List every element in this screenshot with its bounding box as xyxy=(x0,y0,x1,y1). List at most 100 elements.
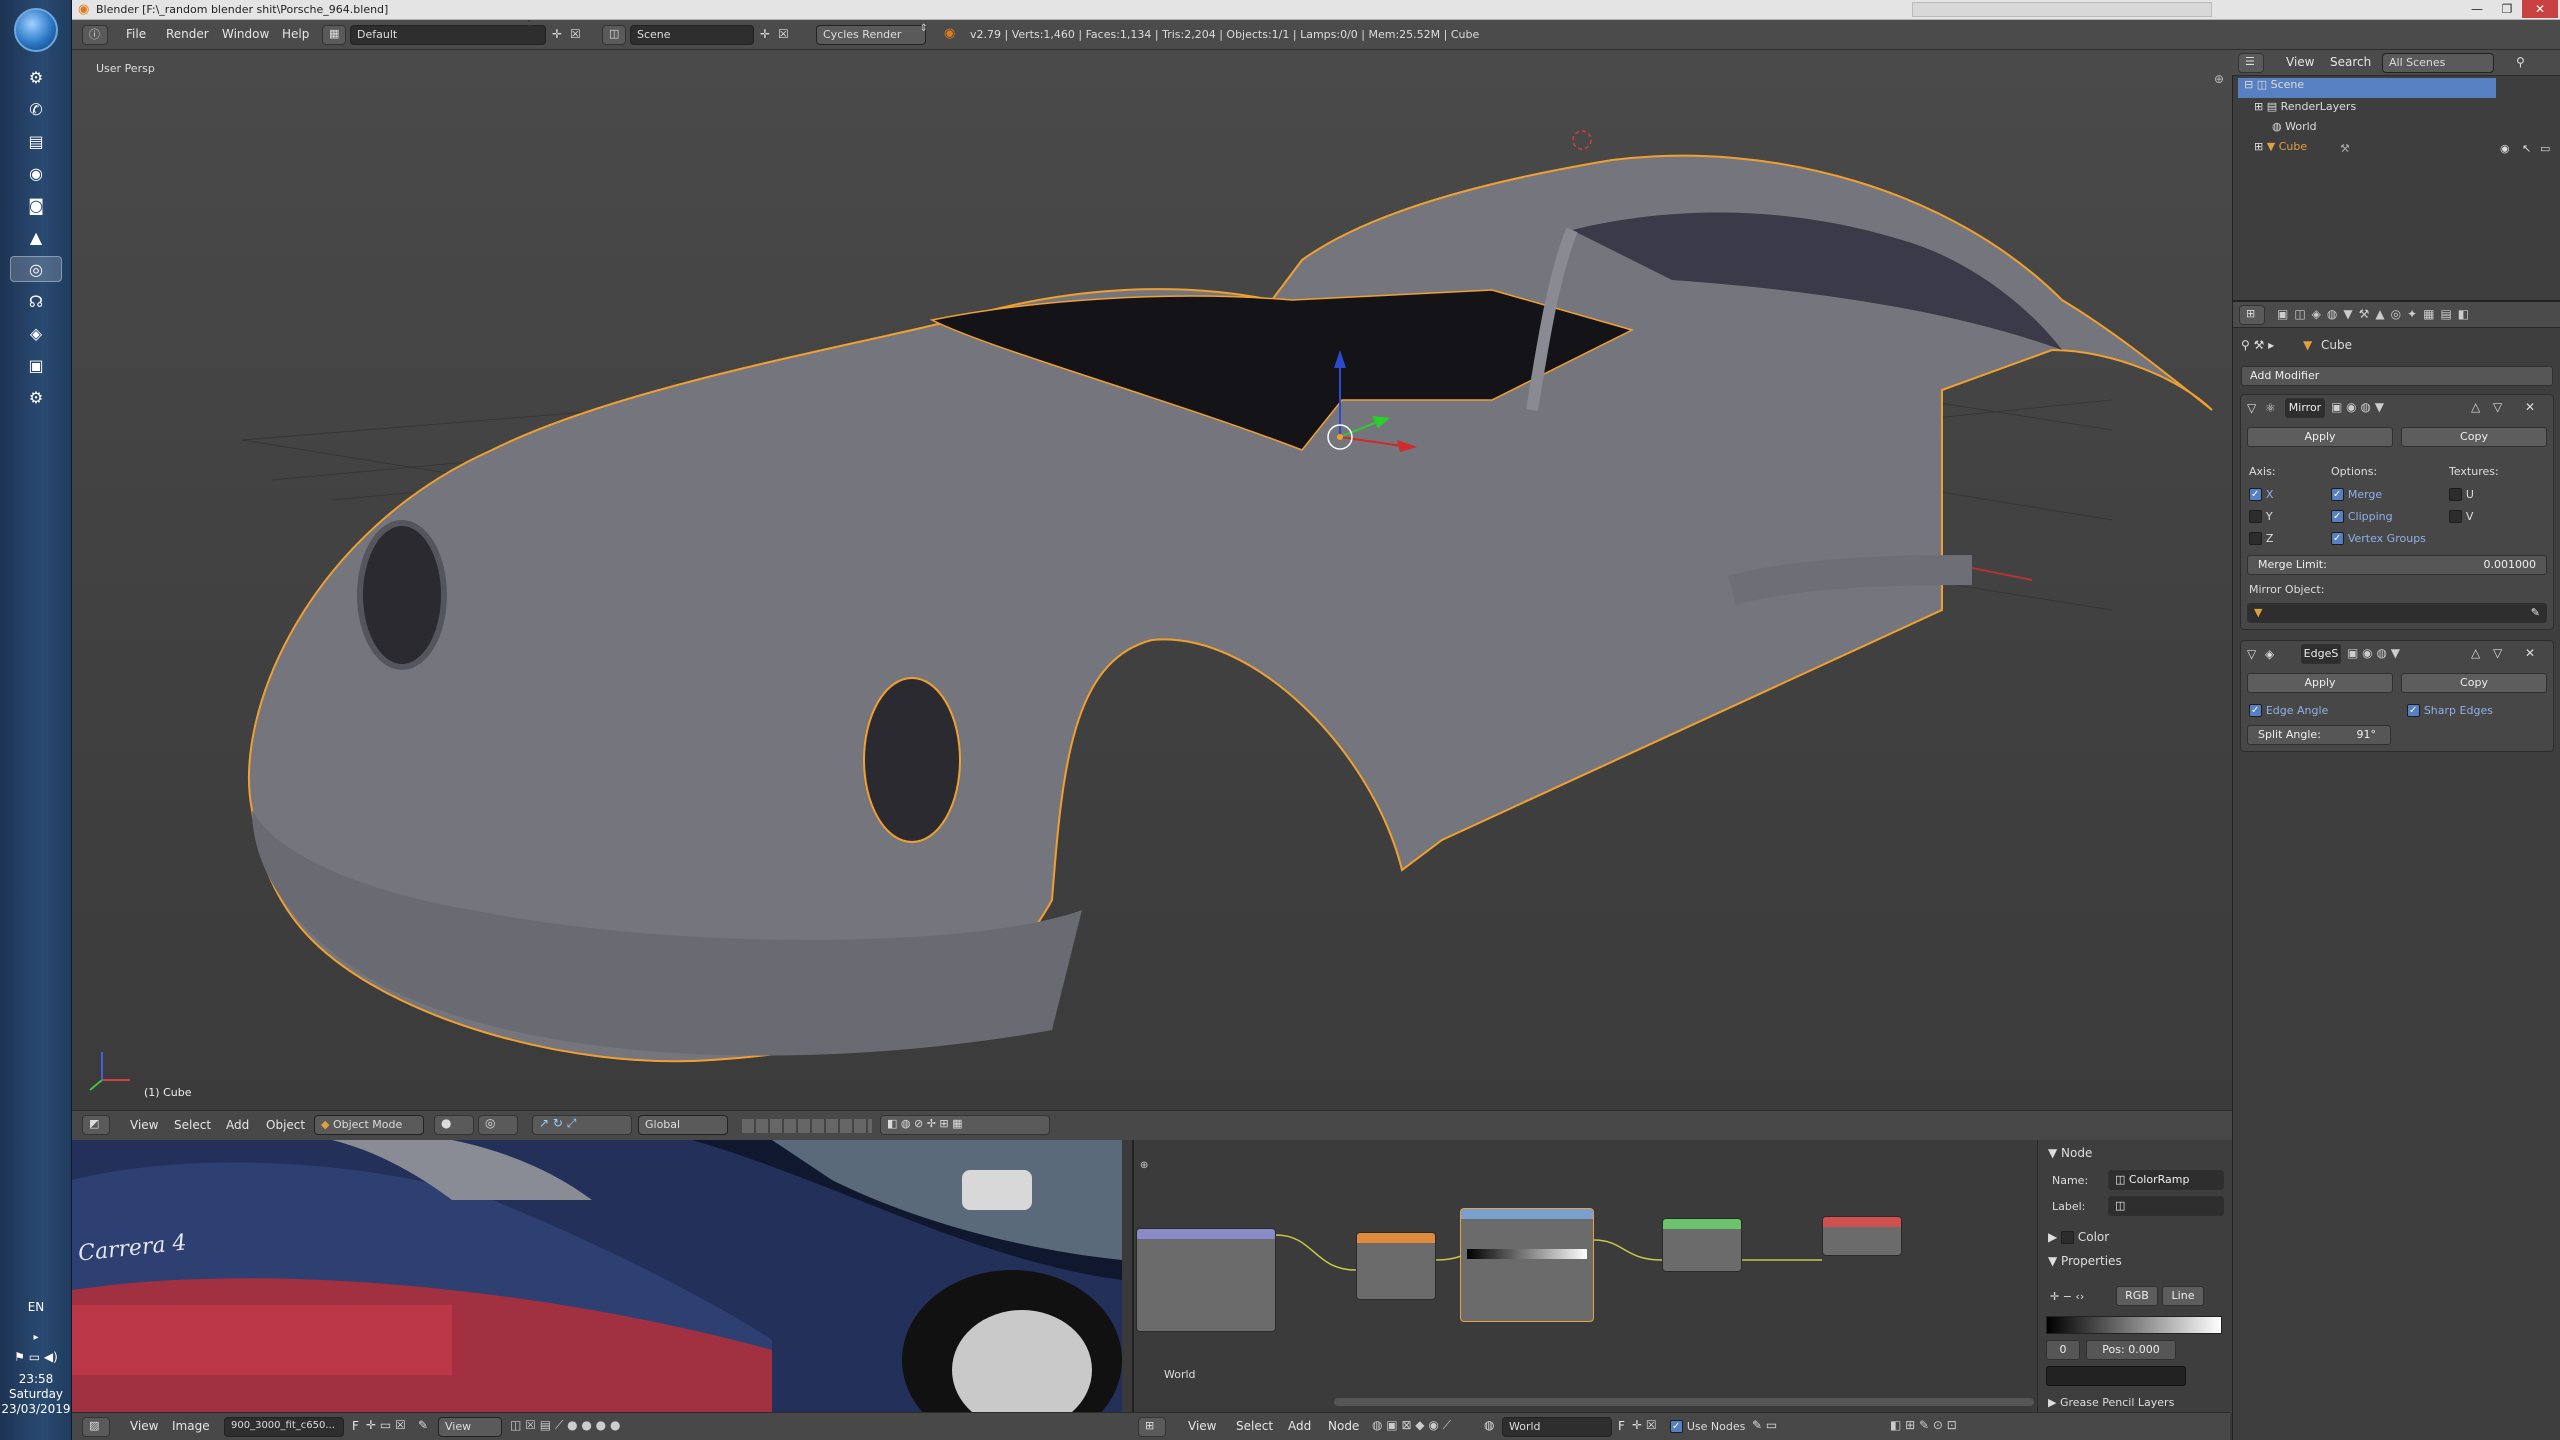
sharp-edges-checkbox[interactable]: Sharp Edges xyxy=(2407,703,2493,717)
ramp-element-color[interactable] xyxy=(2046,1366,2186,1386)
editor-type-3dview-button[interactable]: ◩ xyxy=(82,1115,110,1135)
editor-type-properties-button[interactable]: ⊞ xyxy=(2239,305,2265,325)
menu-render[interactable]: Render xyxy=(166,27,209,41)
close-window-button[interactable]: ✕ xyxy=(2522,0,2558,18)
node-world-output[interactable] xyxy=(1822,1216,1902,1256)
vp-menu-add[interactable]: Add xyxy=(226,1118,249,1132)
ramp-color-mode-dropdown[interactable]: RGB xyxy=(2116,1286,2158,1306)
edge-angle-checkbox[interactable]: Edge Angle xyxy=(2249,703,2328,717)
start-button[interactable] xyxy=(14,8,58,52)
vp-menu-view[interactable]: View xyxy=(130,1118,158,1132)
tray-expand-icon[interactable]: ▸ xyxy=(0,1330,72,1345)
merge-checkbox[interactable]: Merge xyxy=(2331,487,2382,501)
image-menu-image[interactable]: Image xyxy=(172,1419,210,1433)
modifier-name-field[interactable]: Mirror xyxy=(2285,398,2325,418)
selectable-cursor-icon[interactable]: ↖ xyxy=(2522,142,2531,155)
world-datablock-icons[interactable]: ✛ ☒ xyxy=(1632,1418,1657,1432)
mirror-object-field[interactable]: ▼ ✎ xyxy=(2247,603,2547,623)
image-datablock-field[interactable]: 900_3000_fit_c650... xyxy=(224,1417,344,1437)
layout-icon[interactable]: ▦ xyxy=(322,25,346,45)
axis-x-checkbox[interactable]: X xyxy=(2249,487,2273,501)
vlc-icon[interactable]: ▲ xyxy=(10,224,62,250)
node-menu-select[interactable]: Select xyxy=(1236,1419,1273,1433)
add-modifier-dropdown[interactable]: Add Modifier xyxy=(2241,366,2553,386)
properties-section-header[interactable]: ▼ Properties xyxy=(2048,1254,2122,1268)
tray-icons[interactable]: ⚑ ▭ ◀) xyxy=(0,1350,72,1365)
node-colorramp[interactable] xyxy=(1460,1208,1594,1322)
merge-limit-field[interactable]: Merge Limit: 0.001000 xyxy=(2247,555,2547,575)
grease-pencil-section-header[interactable]: ▶ Grease Pencil Layers xyxy=(2048,1396,2174,1409)
image-view-mode-dropdown[interactable]: View xyxy=(438,1417,502,1437)
eyedropper-icon[interactable]: ✎ xyxy=(2531,604,2540,622)
file-explorer-icon[interactable]: ▤ xyxy=(10,128,62,154)
render-engine-dropdown[interactable]: Cycles Render xyxy=(816,25,926,45)
outliner-display-filter[interactable]: All Scenes xyxy=(2382,53,2494,73)
remove-modifier-icon[interactable]: ✕ xyxy=(2525,646,2535,660)
edgesplit-name-field[interactable]: EdgeS xyxy=(2301,644,2341,664)
steam-icon[interactable]: ⚙ xyxy=(10,64,62,90)
node-background[interactable] xyxy=(1662,1218,1742,1272)
outliner-menu-search[interactable]: Search xyxy=(2330,55,2371,69)
blender-taskbar-icon[interactable]: ◎ xyxy=(10,256,62,282)
whatsapp-icon[interactable]: ✆ xyxy=(10,96,62,122)
node-menu-node[interactable]: Node xyxy=(1328,1419,1359,1433)
toolshelf-toggle-icon[interactable]: ⊕ xyxy=(2214,72,2224,86)
object-pin-icon[interactable]: ⚲ ⚒ ▸ xyxy=(2241,338,2274,352)
ramp-element-pos-field[interactable]: Pos: 0.000 xyxy=(2086,1340,2176,1360)
outliner-row-renderlayers[interactable]: ⊞ ▤ RenderLayers xyxy=(2232,100,2560,120)
expand-icon[interactable]: ⊟ xyxy=(2238,78,2257,91)
vertex-groups-checkbox[interactable]: Vertex Groups xyxy=(2331,531,2426,545)
object-mode-dropdown[interactable]: ◆ Object Mode xyxy=(314,1115,424,1135)
clock-day[interactable]: Saturday xyxy=(0,1387,72,1402)
node-texture-coordinate[interactable] xyxy=(1136,1228,1276,1332)
color-section-header[interactable]: ▶ Color xyxy=(2048,1230,2109,1244)
outliner-row-cube[interactable]: ⊞ ▼ Cube ⚒ ◉ ↖ ▭ xyxy=(2232,140,2560,160)
menu-help[interactable]: Help xyxy=(282,27,309,41)
texture-u-checkbox[interactable]: U xyxy=(2449,487,2474,501)
editor-type-image-button[interactable]: ▨ xyxy=(82,1417,110,1437)
language-indicator[interactable]: EN xyxy=(0,1300,72,1315)
axis-y-checkbox[interactable]: Y xyxy=(2249,509,2273,523)
screen-layout-field[interactable]: Default xyxy=(350,25,546,45)
clock-date[interactable]: 23/03/2019 xyxy=(0,1402,72,1417)
node-menu-view[interactable]: View xyxy=(1188,1419,1216,1433)
manipulator-buttons[interactable]: ↗ ↻ ⤢ xyxy=(532,1115,632,1135)
modifier-toggle-icons[interactable]: ▣ ◉ ◍ ▼ xyxy=(2331,400,2384,414)
split-angle-field[interactable]: Split Angle: 91° xyxy=(2247,725,2391,745)
teamspeak-icon[interactable]: ☊ xyxy=(10,288,62,314)
edgesplit-apply-button[interactable]: Apply xyxy=(2247,673,2393,693)
remove-modifier-icon[interactable]: ✕ xyxy=(2525,400,2535,414)
snapping-tools[interactable]: ◧ ◍ ⊘ ✢ ⊞ ▦ xyxy=(880,1115,1050,1135)
scene-field[interactable]: Scene xyxy=(630,25,754,45)
outliner-row-world[interactable]: ◍ World xyxy=(2232,120,2560,140)
vp-menu-object[interactable]: Object xyxy=(266,1118,305,1132)
discord-icon[interactable]: ◙ xyxy=(10,192,62,218)
node-gradient-texture[interactable] xyxy=(1356,1232,1436,1300)
node-section-header[interactable]: ▼ Node xyxy=(2048,1146,2092,1160)
image-datablock-icons[interactable]: ✛ ▭ ☒ xyxy=(366,1418,406,1432)
collapse-arrow-icon[interactable]: ▽ xyxy=(2247,401,2256,415)
use-nodes-checkbox[interactable]: Use Nodes xyxy=(1670,1419,1745,1433)
node-menu-add[interactable]: Add xyxy=(1288,1419,1311,1433)
pivot-point-dropdown[interactable]: ◎ xyxy=(478,1115,518,1135)
3d-viewport[interactable]: User Persp (1) Cube ⊕ xyxy=(72,50,2232,1110)
layout-add-icon[interactable]: ✛ xyxy=(552,27,562,41)
ramp-element-index[interactable]: 0 xyxy=(2046,1340,2080,1360)
monitor-icon[interactable]: ▣ xyxy=(10,352,62,378)
context-tab-icons[interactable]: ▣◫◈◍▼⚒▲◎✦▦▤◧ xyxy=(2277,307,2475,321)
gamepad-icon[interactable]: ◈ xyxy=(10,320,62,346)
move-down-icon[interactable]: ▽ xyxy=(2493,400,2502,414)
world-datablock-field[interactable]: World xyxy=(1502,1417,1612,1437)
editor-type-info-button[interactable]: ⓘ xyxy=(82,25,108,45)
image-fake-user-toggle[interactable]: F xyxy=(352,1419,359,1433)
steam-app-icon[interactable]: ⚙ xyxy=(10,384,62,410)
editor-type-outliner-button[interactable]: ☰ xyxy=(2238,53,2264,73)
ramp-add-remove-icons[interactable]: ✛ − ‹› xyxy=(2050,1290,2084,1303)
pin-icon[interactable]: ✎ ▭ xyxy=(1752,1418,1777,1432)
transform-orientation-dropdown[interactable]: Global xyxy=(638,1115,728,1135)
maximize-button[interactable]: ❐ xyxy=(2492,0,2522,18)
firefox-icon[interactable]: ◉ xyxy=(10,160,62,186)
image-menu-view[interactable]: View xyxy=(130,1419,158,1433)
node-editor-canvas[interactable]: ⊕ World xyxy=(1132,1140,2037,1412)
ramp-interpolation-dropdown[interactable]: Line xyxy=(2162,1286,2204,1306)
